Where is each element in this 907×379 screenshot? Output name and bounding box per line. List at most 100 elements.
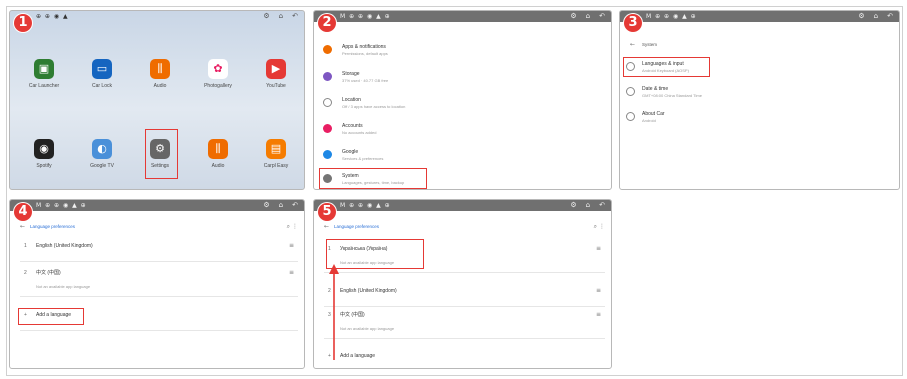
system-item-icon [626, 87, 635, 96]
app-carplay[interactable]: ▤ Carpl Easy [256, 139, 296, 169]
drag-handle-icon[interactable]: ≡ [596, 245, 601, 252]
status-bar: M ⊕ ⊕ ◉ ▲ ⊕ ⚙ ⌂ ↶ [314, 11, 611, 22]
status-icons: M ⊕ ⊕ ◉ ▲ ⊕ [36, 202, 87, 209]
status-bar: M ⊕ ⊕ ◉ ▲ ⊕ ⚙ ⌂ ↶ [10, 200, 304, 211]
back-arrow-icon[interactable]: ← [324, 223, 329, 230]
language-item-title[interactable]: English (United Kingdom) [36, 243, 93, 249]
step-badge-4: 4 [14, 203, 32, 221]
language-item-subtitle: Not an available app language [36, 284, 91, 289]
app-photos[interactable]: ✿ Photogallery [198, 59, 238, 89]
settings-icon[interactable]: ⚙ [570, 201, 576, 209]
language-item-title[interactable]: Add a language [340, 353, 375, 359]
status-bar: M ⊕ ⊕ ◉ ▲ ⊕ ⚙ ⌂ ↶ [314, 200, 611, 211]
system-item-title[interactable]: About Car [642, 111, 665, 117]
status-icons: M ⊕ ⊕ ◉ ▲ ⊕ [646, 13, 697, 20]
app-label: Car Launcher [28, 83, 60, 89]
browser-icon: ◐ [92, 139, 112, 159]
settings-item-title[interactable]: Location [342, 97, 361, 103]
settings-item-subtitle: Off / 3 apps have access to location [342, 104, 406, 109]
language-item-number: 2 [24, 270, 27, 276]
step-badge-1: 1 [14, 14, 32, 32]
divider [324, 338, 605, 339]
search-icon[interactable]: ⌕ [594, 223, 597, 230]
settings-item-title[interactable]: Google [342, 149, 358, 155]
settings-icon[interactable]: ⚙ [858, 12, 864, 20]
system-item-subtitle: Android [642, 118, 656, 123]
app-label: Carpl Easy [263, 163, 289, 169]
divider [324, 306, 605, 307]
system-item-icon [626, 112, 635, 121]
settings-item-title[interactable]: Apps & notifications [342, 44, 386, 50]
home-icon[interactable]: ⌂ [279, 201, 283, 209]
more-options-icon[interactable]: ⋮ [599, 223, 605, 230]
system-item-subtitle: GMT+08:00 China Standard Time [642, 93, 702, 98]
nav-buttons: ⚙ ⌂ ↶ [254, 201, 298, 210]
status-icons: M ⊕ ⊕ ◉ ▲ ⊕ [340, 13, 391, 20]
status-icons: M ⊕ ⊕ ◉ ▲ ⊕ [340, 202, 391, 209]
home-icon[interactable]: ⌂ [586, 12, 590, 20]
language-item-title[interactable]: English (United Kingdom) [340, 288, 397, 294]
step-badge-2: 2 [318, 14, 336, 32]
settings-icon[interactable]: ⚙ [263, 201, 269, 209]
settings-icon[interactable]: ⚙ [263, 12, 269, 20]
settings-item-subtitle: Permissions, default apps [342, 51, 388, 56]
back-icon[interactable]: ↶ [599, 12, 605, 20]
back-icon[interactable]: ↶ [292, 201, 298, 209]
highlight-dragged-language [326, 239, 424, 269]
system-item-title[interactable]: Date & time [642, 86, 668, 92]
settings-item-icon [323, 72, 332, 81]
home-icon[interactable]: ⌂ [279, 12, 283, 20]
highlight-add-language [18, 308, 84, 325]
app-label: Car Lock [91, 83, 112, 89]
drag-handle-icon[interactable]: ≡ [289, 269, 294, 276]
equalizer-icon: ⫼ [208, 139, 228, 159]
divider [20, 261, 298, 262]
app-label: Audio [153, 83, 167, 89]
carplay-icon: ▤ [266, 139, 286, 159]
home-icon[interactable]: ⌂ [874, 12, 878, 20]
settings-item-subtitle: Services & preferences [342, 156, 384, 161]
home-icon[interactable]: ⌂ [586, 201, 590, 209]
settings-item-icon [323, 98, 332, 107]
drag-handle-icon[interactable]: ≡ [289, 242, 294, 249]
nav-buttons: ⚙ ⌂ ↶ [254, 12, 298, 21]
step1-home-screen: ⊕ ⊕ ◉ ▲ ⚙ ⌂ ↶ 1 ▣ Car Launcher ▭ Car Lock ⫼ Aud… [9, 10, 305, 190]
more-options-icon[interactable]: ⋮ [292, 223, 298, 230]
divider [324, 272, 605, 273]
back-icon[interactable]: ↶ [292, 12, 298, 20]
settings-item-subtitle: No accounts added [342, 130, 377, 135]
status-icons: ⊕ ⊕ ◉ ▲ [36, 13, 69, 20]
app-label: Audio [211, 163, 225, 169]
car-lock-icon: ▭ [92, 59, 112, 79]
highlight-settings-app [145, 129, 178, 179]
search-icon[interactable]: ⌕ [287, 223, 290, 230]
app-label: Spotify [36, 163, 52, 169]
divider [20, 330, 298, 331]
app-youtube[interactable]: ▶ YouTube [256, 59, 296, 89]
app-equalizer[interactable]: ⫼ Audio [198, 139, 238, 169]
settings-item-title[interactable]: Accounts [342, 123, 363, 129]
language-item-title[interactable]: 中文 (中国) [340, 312, 365, 318]
step3-system-settings: M ⊕ ⊕ ◉ ▲ ⊕ ⚙ ⌂ ↶ 3 ← System Languages & i… [619, 10, 900, 190]
nav-buttons: ⚙ ⌂ ↶ [561, 201, 605, 210]
app-car[interactable]: ▣ Car Launcher [24, 59, 64, 89]
drag-handle-icon[interactable]: ≡ [596, 287, 601, 294]
app-label: YouTube [266, 83, 286, 89]
back-arrow-icon[interactable]: ← [20, 223, 25, 230]
page-title: Language preferences [334, 224, 380, 229]
nav-buttons: ⚙ ⌂ ↶ [849, 12, 893, 21]
back-icon[interactable]: ↶ [887, 12, 893, 20]
app-equalizer[interactable]: ⫼ Audio [140, 59, 180, 89]
settings-item-title[interactable]: Storage [342, 71, 360, 77]
app-car-lock[interactable]: ▭ Car Lock [82, 59, 122, 89]
settings-item-icon [323, 150, 332, 159]
back-icon[interactable]: ↶ [599, 201, 605, 209]
step2-settings-list: M ⊕ ⊕ ◉ ▲ ⊕ ⚙ ⌂ ↶ 2 Apps & notifications Pe… [313, 10, 612, 190]
language-item-title[interactable]: 中文 (中国) [36, 270, 61, 276]
app-spotify[interactable]: ◉ Spotify [24, 139, 64, 169]
back-arrow-icon[interactable]: ← [630, 41, 635, 48]
highlight-system-item [319, 168, 427, 189]
settings-icon[interactable]: ⚙ [570, 12, 576, 20]
drag-handle-icon[interactable]: ≡ [596, 311, 601, 318]
app-browser[interactable]: ◐ Google TV [82, 139, 122, 169]
